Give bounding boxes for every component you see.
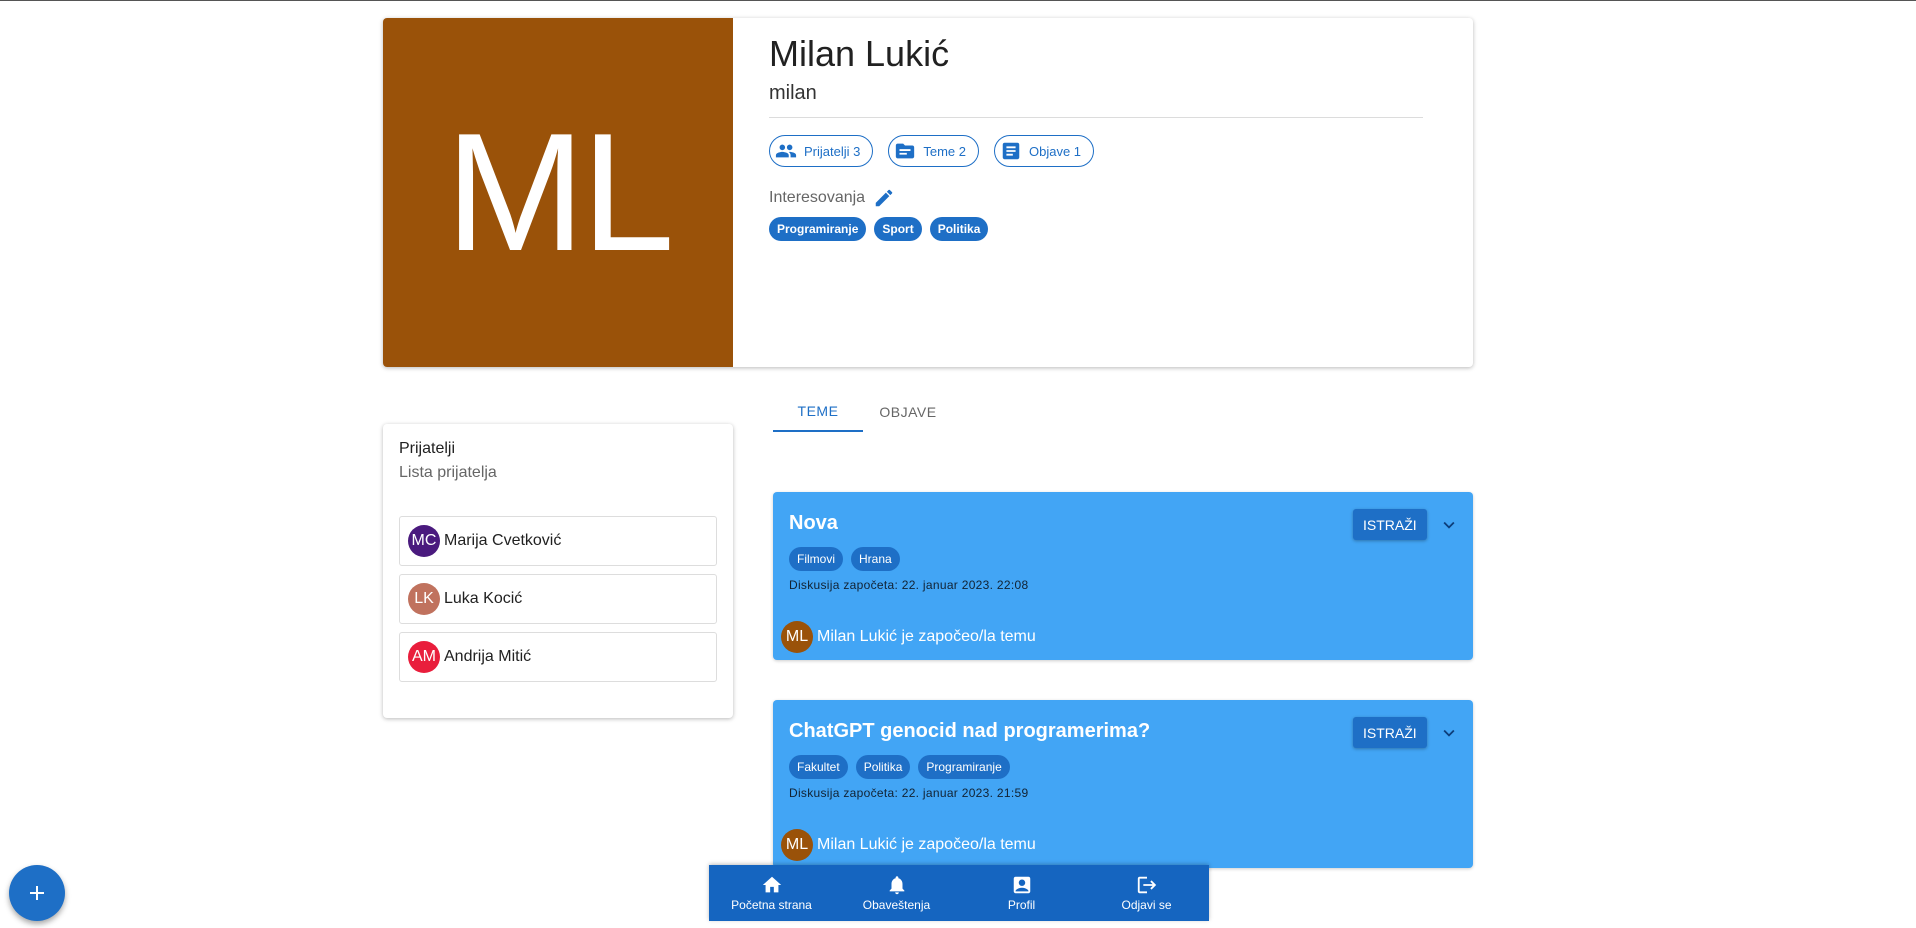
friend-name: Andrija Mitić [444, 648, 532, 665]
topic-tag: Hrana [851, 547, 900, 571]
friend-item[interactable]: MC Marija Cvetković [399, 516, 717, 566]
chevron-down-icon[interactable] [1438, 722, 1460, 744]
tab-posts[interactable]: OBJAVE [863, 391, 953, 432]
plus-icon [30, 886, 44, 900]
friends-card: Prijatelji Lista prijatelja MC Marija Cv… [383, 424, 733, 718]
friend-name: Marija Cvetković [444, 532, 562, 549]
topics-count-label: Teme 2 [923, 143, 966, 159]
nav-logout-label: Odjavi se [1121, 898, 1172, 912]
logout-icon [1137, 876, 1156, 894]
topics-count-chip[interactable]: Teme 2 [888, 135, 979, 167]
interest-tag: Sport [874, 217, 922, 241]
stats-chips: Prijatelji 3 Teme 2 Objave 1 [769, 135, 1419, 167]
topic-date: Diskusija započeta: 22. januar 2023. 21:… [789, 786, 1029, 800]
friends-count-chip[interactable]: Prijatelji 3 [769, 135, 874, 167]
explore-button[interactable]: ISTRAŽI [1353, 509, 1427, 540]
friends-subtitle: Lista prijatelja [399, 464, 497, 481]
topic-tag: Politika [855, 755, 911, 779]
bell-icon [889, 876, 904, 895]
profile-icon [1013, 876, 1030, 894]
interest-tag: Politika [929, 217, 989, 241]
friend-list: MC Marija Cvetković LK Luka Kocić AM And… [399, 516, 717, 682]
posts-count-label: Objave 1 [1029, 143, 1082, 159]
topic-tag: Filmovi [789, 547, 843, 571]
topic-tags: Filmovi Hrana [789, 547, 900, 571]
nav-home-label: Početna strana [731, 898, 812, 912]
profile-info: Milan Lukić milan Prijatelji 3 Teme 2 Ob… [769, 33, 1423, 241]
topic-title: ChatGPT genocid nad programerima? [789, 720, 1151, 742]
nav-logout[interactable]: Odjavi se [1084, 865, 1209, 921]
posts-count-chip[interactable]: Objave 1 [994, 135, 1095, 167]
nav-profile-label: Profil [1007, 898, 1036, 912]
topic-card: Nova ISTRAŽI Filmovi Hrana Diskusija zap… [773, 492, 1473, 660]
topic-date: Diskusija započeta: 22. januar 2023. 22:… [789, 578, 1029, 592]
topic-author: ML Milan Lukić je započeo/la temu [781, 829, 1036, 861]
profile-name: Milan Lukić [769, 33, 950, 74]
add-button[interactable] [9, 865, 65, 921]
nav-home[interactable]: Početna strana [709, 865, 834, 921]
profile-username: milan [769, 82, 817, 104]
bottom-navigation: Početna strana Obaveštenja Profil Odjavi… [709, 865, 1209, 921]
profile-card: ML Milan Lukić milan Prijatelji 3 Teme 2… [383, 18, 1473, 367]
topic-tag: Fakultet [789, 755, 848, 779]
avatar: LK [408, 583, 440, 615]
nav-notifications[interactable]: Obaveštenja [834, 865, 959, 921]
friend-item[interactable]: AM Andrija Mitić [399, 632, 717, 682]
tab-topics[interactable]: TEME [773, 391, 863, 432]
article-icon [1002, 142, 1020, 160]
people-icon [775, 144, 797, 158]
friends-count-label: Prijatelji 3 [804, 143, 861, 159]
topic-title: Nova [789, 512, 838, 534]
explore-button[interactable]: ISTRAŽI [1353, 717, 1427, 748]
topic-author-text: Milan Lukić je započeo/la temu [817, 836, 1036, 853]
nav-profile[interactable]: Profil [959, 865, 1084, 921]
friend-name: Luka Kocić [444, 590, 523, 607]
profile-avatar: ML [383, 18, 733, 367]
topic-card: ChatGPT genocid nad programerima? ISTRAŽ… [773, 700, 1473, 868]
topic-icon [896, 143, 915, 159]
topic-tag: Programiranje [918, 755, 1010, 779]
avatar: ML [781, 829, 813, 861]
avatar: MC [408, 525, 440, 557]
divider [769, 117, 1423, 118]
home-icon [762, 876, 781, 893]
avatar: AM [408, 641, 440, 673]
topic-author: ML Milan Lukić je započeo/la temu [781, 621, 1036, 653]
avatar: ML [781, 621, 813, 653]
interest-tag: Programiranje [769, 217, 867, 241]
topic-tags: Fakultet Politika Programiranje [789, 755, 1010, 779]
interests-label: Interesovanja [769, 189, 866, 206]
content-tabs: TEME OBJAVE [773, 391, 953, 432]
topic-author-text: Milan Lukić je započeo/la temu [817, 628, 1036, 645]
friend-item[interactable]: LK Luka Kocić [399, 574, 717, 624]
interests-tags: Programiranje Sport Politika [769, 217, 1419, 241]
chevron-down-icon[interactable] [1438, 514, 1460, 536]
edit-icon[interactable] [873, 187, 895, 209]
nav-notifications-label: Obaveštenja [862, 898, 931, 912]
interests-header: Interesovanja [769, 187, 1419, 209]
friends-title: Prijatelji [399, 440, 456, 457]
